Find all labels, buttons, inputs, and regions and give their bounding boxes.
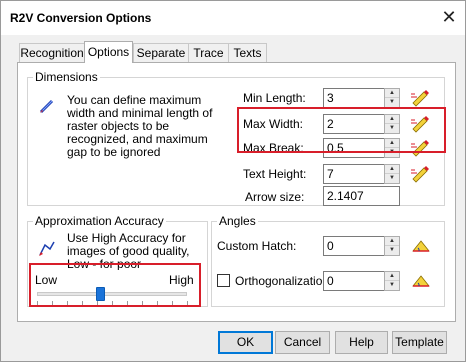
angle-tool-icon[interactable]	[410, 271, 432, 291]
min-length-input[interactable]: 3	[323, 88, 385, 108]
custom-hatch-label: Custom Hatch:	[217, 239, 297, 253]
line-pencil-icon	[38, 97, 56, 115]
spin-down-icon[interactable]: ▼	[385, 281, 399, 290]
options-tab-panel: Dimensions You can define maximum width …	[17, 62, 456, 322]
tab-texts[interactable]: Texts	[228, 43, 267, 62]
max-width-break-highlight	[237, 107, 446, 153]
orthogonalization-checkbox[interactable]	[217, 274, 230, 287]
slider-tick	[112, 301, 113, 305]
slider-tick	[37, 301, 38, 305]
angle-tool-icon[interactable]	[410, 236, 432, 256]
tab-options[interactable]: Options	[84, 41, 133, 63]
ok-button[interactable]: OK	[218, 331, 273, 354]
orthogonalization-spinner[interactable]: ▲ ▼	[384, 271, 400, 291]
slider-tick	[52, 301, 53, 305]
arrow-size-label: Arrow size:	[245, 190, 305, 204]
tab-label: Texts	[233, 46, 262, 60]
close-button[interactable]: ✕	[433, 1, 465, 33]
low-label: Low	[35, 273, 58, 287]
help-button[interactable]: Help	[335, 331, 388, 354]
min-length-label: Min Length:	[243, 91, 306, 105]
slider-tick	[127, 301, 128, 305]
slider-tick	[172, 301, 173, 305]
orthogonalization-label: Orthogonalization	[235, 274, 330, 288]
spin-up-icon[interactable]: ▲	[385, 165, 399, 174]
spin-down-icon[interactable]: ▼	[385, 174, 399, 183]
approximation-group-label: Approximation Accuracy	[33, 214, 166, 228]
window-title: R2V Conversion Options	[10, 11, 152, 25]
spin-down-icon[interactable]: ▼	[385, 98, 399, 107]
slider-tick	[82, 301, 83, 305]
min-length-spinner[interactable]: ▲ ▼	[384, 88, 400, 108]
spin-up-icon[interactable]: ▲	[385, 237, 399, 246]
orthogonalization-input[interactable]: 0	[323, 271, 385, 291]
tab-recognition[interactable]: Recognition	[19, 43, 85, 62]
title-bar: R2V Conversion Options ✕	[1, 1, 465, 35]
custom-hatch-input[interactable]: 0	[323, 236, 385, 256]
custom-hatch-spinner[interactable]: ▲ ▼	[384, 236, 400, 256]
accuracy-slider-track[interactable]	[37, 292, 187, 296]
cancel-button[interactable]: Cancel	[275, 331, 330, 354]
curve-pencil-icon	[38, 239, 56, 257]
measure-pencil-icon[interactable]	[409, 88, 431, 108]
slider-tick	[67, 301, 68, 305]
tab-label: Trace	[193, 46, 224, 60]
slider-tick	[97, 301, 98, 305]
template-button[interactable]: Template	[392, 331, 447, 354]
slider-tick	[157, 301, 158, 305]
text-height-input[interactable]: 7	[323, 164, 385, 184]
high-label: High	[169, 273, 194, 287]
spin-up-icon[interactable]: ▲	[385, 272, 399, 281]
accuracy-slider-thumb[interactable]	[96, 287, 105, 301]
tab-label: Options	[87, 45, 130, 59]
tab-label: Recognition	[20, 46, 84, 60]
spin-down-icon[interactable]: ▼	[385, 246, 399, 255]
spin-up-icon[interactable]: ▲	[385, 89, 399, 98]
arrow-size-input[interactable]: 2.1407	[323, 186, 400, 206]
dimensions-group-label: Dimensions	[33, 70, 100, 84]
angles-group-label: Angles	[217, 214, 258, 228]
tab-separate[interactable]: Separate	[133, 43, 189, 62]
dimensions-description: You can define maximum width and minimal…	[67, 93, 213, 159]
angles-group: Angles Custom Hatch: 0 ▲ ▼ Orthogonaliza…	[211, 214, 445, 307]
close-icon: ✕	[441, 7, 457, 27]
tab-trace[interactable]: Trace	[188, 43, 229, 62]
measure-pencil-icon[interactable]	[409, 164, 431, 184]
conversion-options-dialog: R2V Conversion Options ✕ Recognition Opt…	[0, 0, 466, 362]
text-height-spinner[interactable]: ▲ ▼	[384, 164, 400, 184]
slider-tick	[142, 301, 143, 305]
text-height-label: Text Height:	[243, 167, 307, 181]
tab-label: Separate	[136, 46, 186, 60]
slider-tick	[187, 301, 188, 305]
